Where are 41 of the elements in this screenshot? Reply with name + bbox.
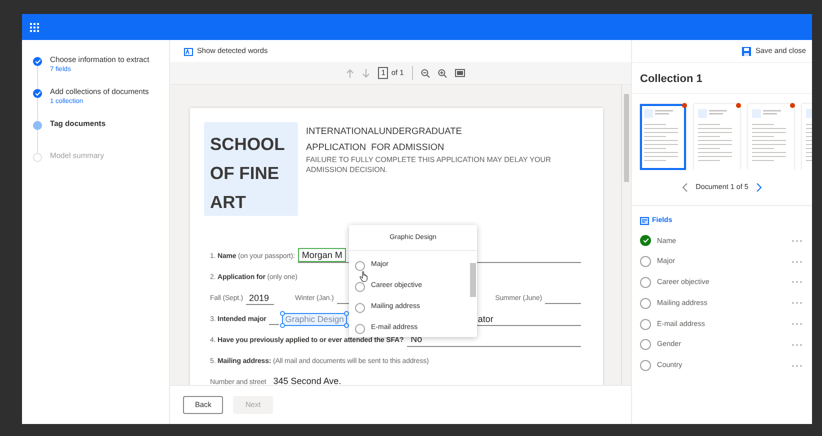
chevron-right-icon[interactable] [756, 183, 762, 192]
school-name-block: SCHOOL OF FINE ART [204, 122, 298, 216]
radio-button[interactable] [355, 260, 365, 270]
chevron-left-icon[interactable] [682, 183, 688, 192]
field-value: 2019 [246, 292, 274, 305]
fit-page-icon[interactable] [454, 69, 465, 77]
arrow-up-icon[interactable] [346, 68, 354, 78]
flag-dot [682, 103, 687, 108]
check-icon[interactable] [640, 235, 651, 246]
more-options-icon[interactable] [792, 302, 802, 304]
field-value: 345 Second Ave. [272, 375, 342, 385]
hand-cursor-icon [359, 271, 369, 282]
more-options-icon[interactable] [792, 240, 802, 242]
radio-button[interactable] [640, 360, 651, 372]
fields-icon [640, 217, 649, 226]
zoom-in-icon[interactable] [438, 68, 447, 78]
document-thumbnail[interactable] [640, 104, 686, 170]
scrollbar[interactable] [621, 85, 631, 385]
field-value[interactable]: Morgan M [298, 248, 346, 262]
flag-dot [736, 103, 741, 108]
radio-button[interactable] [640, 256, 651, 268]
more-options-icon[interactable] [792, 344, 802, 346]
more-options-icon[interactable] [792, 364, 802, 367]
radio-button[interactable] [355, 302, 365, 312]
radio-button[interactable] [640, 276, 651, 288]
more-options-icon[interactable] [792, 281, 802, 284]
heading-text: APPLICATION FOR ADMISSION [306, 141, 446, 154]
more-options-icon[interactable] [792, 323, 802, 326]
arrow-down-icon[interactable] [362, 68, 370, 78]
detected-words-icon[interactable] [184, 46, 193, 56]
save-icon[interactable] [742, 46, 752, 56]
collection-title: Collection 1 [632, 62, 812, 94]
heading-text: INTERNATIONALUNDERGRADUATE [306, 125, 463, 138]
app-launcher-icon[interactable] [30, 22, 39, 32]
zoom-out-icon[interactable] [420, 68, 430, 78]
radio-button[interactable] [355, 324, 365, 334]
more-options-icon[interactable] [792, 260, 802, 263]
radio-button[interactable] [640, 339, 651, 350]
flag-dot [790, 103, 795, 108]
radio-button[interactable] [640, 298, 651, 309]
radio-button[interactable] [640, 318, 651, 330]
